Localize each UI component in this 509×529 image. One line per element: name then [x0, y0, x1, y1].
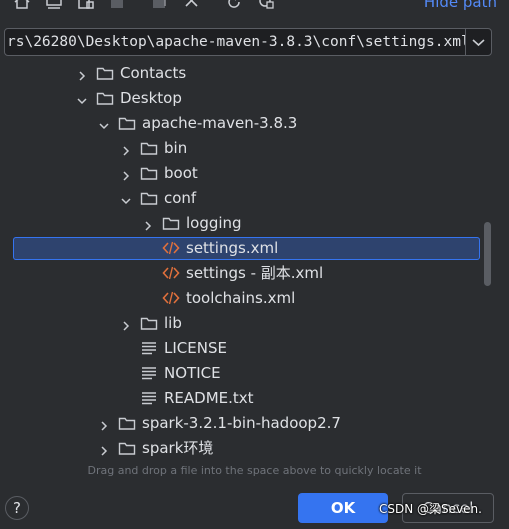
folder-icon [118, 115, 136, 131]
xml-file-icon [162, 265, 180, 281]
folder-icon [118, 440, 136, 456]
tree-row-label: logging [186, 214, 242, 232]
folder-icon [96, 65, 114, 81]
chevron-right-icon[interactable] [98, 417, 110, 431]
chevron-right-icon[interactable] [120, 167, 132, 181]
chevron-down-icon [472, 39, 485, 47]
text-file-icon [140, 340, 158, 356]
tree-row-label: Desktop [120, 89, 182, 107]
new-folder-icon[interactable] [150, 0, 170, 10]
chevron-right-icon[interactable] [76, 67, 88, 81]
tree-row[interactable]: bin [0, 137, 509, 162]
tree-scrollbar[interactable] [484, 222, 491, 286]
tree-row[interactable]: logging [0, 212, 509, 237]
ok-button[interactable]: OK [298, 493, 388, 523]
path-input[interactable]: rs\26280\Desktop\apache-maven-3.8.3\conf… [5, 29, 465, 55]
tree-row[interactable]: conf [0, 187, 509, 212]
delete-icon[interactable] [182, 0, 202, 10]
tree-row[interactable]: spark-3.2.1-bin-hadoop2.7 [0, 412, 509, 437]
tree-row[interactable]: settings - 副本.xml [0, 262, 509, 287]
help-button[interactable]: ? [5, 496, 29, 520]
tree-row-label: spark-3.2.1-bin-hadoop2.7 [142, 414, 341, 432]
toolbar: Hide path [0, 0, 509, 20]
xml-file-icon [162, 240, 180, 256]
tree-row[interactable]: README.txt [0, 387, 509, 412]
chevron-down-icon[interactable] [98, 117, 110, 130]
home-icon[interactable] [12, 0, 32, 10]
folder-icon [140, 190, 158, 206]
tree-row[interactable]: NOTICE [0, 362, 509, 387]
chevron-down-icon[interactable] [76, 92, 88, 105]
tree-row-label: spark环境 [142, 439, 214, 457]
tree-row[interactable]: Desktop [0, 87, 509, 112]
xml-file-icon [162, 290, 180, 306]
tree-row-label: README.txt [164, 389, 254, 407]
tree-row[interactable]: Contacts [0, 62, 509, 87]
tree-row-label: boot [164, 164, 198, 182]
tree-row[interactable]: toolchains.xml [0, 287, 509, 312]
chevron-right-icon[interactable] [120, 317, 132, 331]
chevron-right-icon[interactable] [142, 217, 154, 231]
watermark: CSDN @梁Seven. [379, 502, 482, 516]
desktop-icon[interactable] [44, 0, 64, 10]
tree-row-label: settings.xml [186, 239, 279, 257]
tree-row-label: LICENSE [164, 339, 227, 357]
text-file-icon [140, 365, 158, 381]
file-tree[interactable]: Contacts Desktop apache-maven-3.8.3 bin boot… [0, 58, 509, 462]
chevron-right-icon[interactable] [120, 142, 132, 156]
folder-icon [140, 315, 158, 331]
folder-icon [162, 215, 180, 231]
drag-drop-hint: Drag and drop a file into the space abov… [87, 464, 422, 477]
hide-path-link[interactable]: Hide path [424, 0, 497, 10]
tree-row-label: conf [164, 189, 197, 207]
show-hidden-icon[interactable] [256, 0, 276, 10]
tree-row-label: bin [164, 139, 188, 157]
chevron-down-icon[interactable] [120, 192, 132, 205]
tree-row-label: settings - 副本.xml [186, 264, 324, 282]
tree-row[interactable]: boot [0, 162, 509, 187]
tree-row-label: toolchains.xml [186, 289, 296, 307]
tree-row[interactable]: spark环境 [0, 437, 509, 462]
refresh-icon[interactable] [224, 0, 244, 10]
project-icon[interactable] [76, 0, 96, 10]
module-icon[interactable] [108, 0, 128, 10]
folder-icon [118, 415, 136, 431]
tree-row-label: Contacts [120, 64, 187, 82]
tree-row-label: apache-maven-3.8.3 [142, 114, 298, 132]
tree-row[interactable]: apache-maven-3.8.3 [0, 112, 509, 137]
text-file-icon [140, 390, 158, 406]
tree-row-label: NOTICE [164, 364, 221, 382]
folder-icon [140, 140, 158, 156]
chevron-right-icon[interactable] [98, 442, 110, 456]
folder-icon [140, 165, 158, 181]
tree-row[interactable]: lib [0, 312, 509, 337]
tree-row-label: lib [164, 314, 182, 332]
path-history-dropdown[interactable] [466, 29, 491, 55]
path-field[interactable]: rs\26280\Desktop\apache-maven-3.8.3\conf… [4, 28, 492, 56]
tree-row[interactable]: LICENSE [0, 337, 509, 362]
tree-row[interactable]: settings.xml [0, 237, 509, 262]
folder-icon [96, 90, 114, 106]
